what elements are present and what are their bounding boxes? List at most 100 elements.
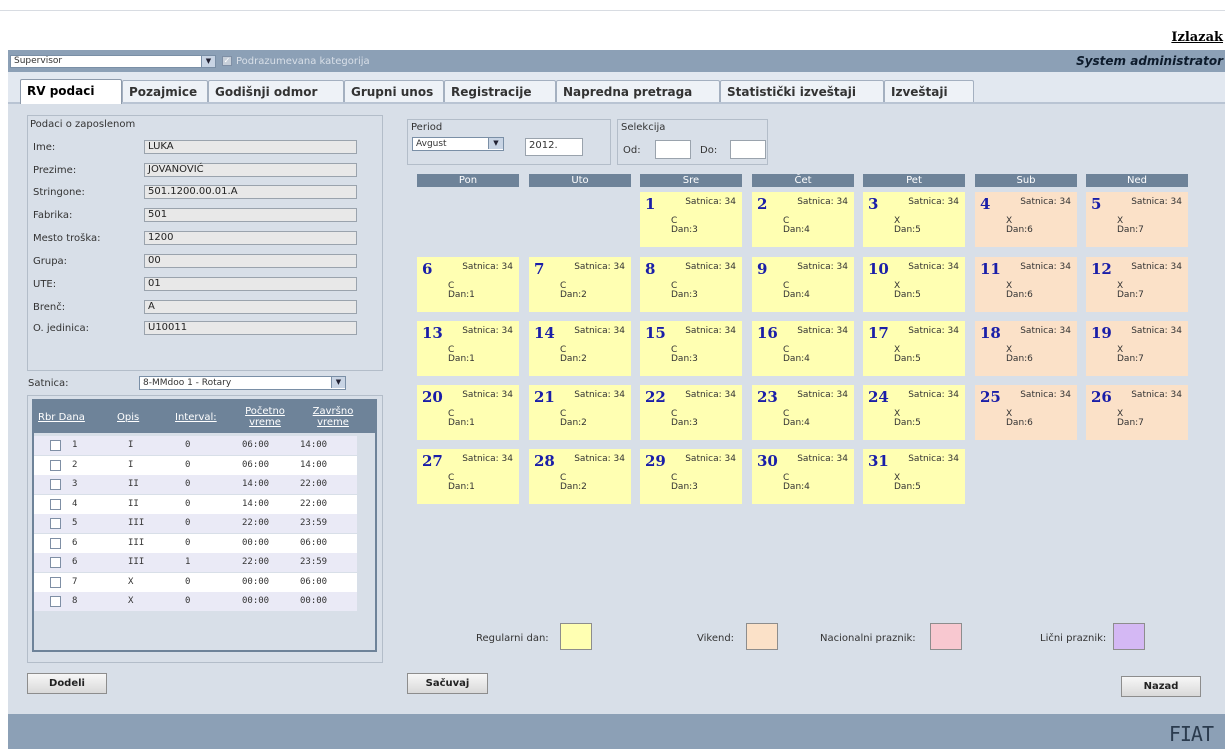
user-role-select[interactable]: Supervisor ▼	[10, 55, 216, 68]
month-select[interactable]: Avgust ▼	[412, 137, 504, 151]
calendar-day[interactable]: 26 Satnica: 34 X Dan:7	[1086, 385, 1188, 440]
calendar-day[interactable]: 3 Satnica: 34 X Dan:5	[863, 192, 965, 247]
row-start-time: 00:00	[242, 576, 270, 587]
calendar-day[interactable]: 7 Satnica: 34 C Dan:2	[529, 257, 631, 312]
calendar-day[interactable]: 29 Satnica: 34 C Dan:3	[640, 449, 742, 504]
day-schedule: Satnica: 34	[797, 390, 848, 400]
calendar-day[interactable]: 11 Satnica: 34 X Dan:6	[975, 257, 1077, 312]
legend-weekend-label: Vikend:	[697, 633, 735, 644]
row-checkbox[interactable]	[50, 459, 61, 471]
row-checkbox[interactable]	[50, 596, 61, 607]
tab-statisticki-izvestaji[interactable]: Statistički izveštaji	[720, 80, 884, 102]
calendar-day[interactable]: 22 Satnica: 34 C Dan:3	[640, 385, 742, 440]
row-checkbox[interactable]	[50, 440, 61, 451]
last-name-label: Prezime:	[33, 165, 77, 176]
calendar-day[interactable]: 23 Satnica: 34 C Dan:4	[752, 385, 854, 440]
calendar-day[interactable]: 27 Satnica: 34 C Dan:1	[417, 449, 519, 504]
day-number: 27	[422, 452, 443, 470]
factory-label: Fabrika:	[33, 210, 73, 221]
tab-grupni-unos[interactable]: Grupni unos	[344, 80, 444, 102]
tab-registracije[interactable]: Registracije	[444, 80, 556, 102]
save-button[interactable]: Sačuvaj	[407, 673, 488, 694]
calendar-day[interactable]: 16 Satnica: 34 C Dan:4	[752, 321, 854, 376]
tab-izvestaji[interactable]: Izveštaji	[884, 80, 974, 102]
row-end-time: 00:00	[300, 596, 328, 606]
row-checkbox[interactable]	[50, 557, 61, 568]
col-header-start[interactable]: Početno vreme	[243, 406, 287, 428]
table-row: 7 X 0 00:00 06:00	[34, 572, 357, 592]
day-schedule: Satnica: 34	[797, 197, 848, 207]
row-day-number: 1	[72, 440, 78, 450]
calendar-day[interactable]: 28 Satnica: 34 C Dan:2	[529, 449, 631, 504]
calendar-day[interactable]: 13 Satnica: 34 C Dan:1	[417, 321, 519, 376]
group-field[interactable]: 00	[144, 254, 357, 268]
col-header-rbr[interactable]: Rbr Dana	[38, 412, 85, 423]
day-index: Dan:5	[894, 482, 921, 492]
calendar-day[interactable]: 17 Satnica: 34 X Dan:5	[863, 321, 965, 376]
calendar-day[interactable]: 6 Satnica: 34 C Dan:1	[417, 257, 519, 312]
schedule-select[interactable]: 8-MMdoo 1 - Rotary ▼	[139, 376, 346, 390]
row-end-time: 22:00	[300, 479, 328, 489]
year-input[interactable]: 2012.	[525, 138, 583, 156]
stringone-field[interactable]: 501.1200.00.01.A	[144, 185, 357, 199]
calendar-day[interactable]: 30 Satnica: 34 C Dan:4	[752, 449, 854, 504]
calendar-day[interactable]: 2 Satnica: 34 C Dan:4	[752, 192, 854, 247]
weekday-fri: Pet	[863, 174, 965, 187]
row-checkbox[interactable]	[50, 498, 61, 510]
row-end-time: 14:00	[300, 459, 328, 470]
row-checkbox[interactable]	[50, 537, 61, 549]
schedule-select-value: 8-MMdoo 1 - Rotary	[143, 378, 232, 388]
calendar-day[interactable]: 18 Satnica: 34 X Dan:6	[975, 321, 1077, 376]
tab-napredna-pretraga[interactable]: Napredna pretraga	[556, 80, 720, 102]
branch-field[interactable]: A	[144, 300, 357, 314]
footer-bar	[8, 714, 1225, 749]
row-end-time: 23:59	[300, 518, 328, 528]
col-header-opis[interactable]: Opis	[117, 412, 139, 423]
calendar-day[interactable]: 12 Satnica: 34 X Dan:7	[1086, 257, 1188, 312]
ute-field[interactable]: 01	[144, 277, 357, 291]
row-interval: 1	[185, 557, 191, 567]
tab-pozajmice[interactable]: Pozajmice	[122, 80, 208, 102]
row-checkbox[interactable]	[50, 518, 61, 529]
day-schedule: Satnica: 34	[462, 454, 513, 464]
legend-national-swatch	[930, 623, 962, 650]
calendar-day[interactable]: 4 Satnica: 34 X Dan:6	[975, 192, 1077, 247]
first-name-field[interactable]: LUKA	[144, 140, 357, 154]
calendar-day[interactable]: 8 Satnica: 34 C Dan:3	[640, 257, 742, 312]
day-index: Dan:6	[1006, 290, 1033, 300]
to-input[interactable]	[730, 140, 766, 159]
day-index: Dan:2	[560, 290, 587, 300]
calendar-day[interactable]: 5 Satnica: 34 X Dan:7	[1086, 192, 1188, 247]
col-header-end-l2: vreme	[317, 417, 349, 428]
row-checkbox[interactable]	[50, 479, 61, 490]
logout-link[interactable]: Izlazak	[1171, 30, 1223, 45]
calendar-day[interactable]: 20 Satnica: 34 C Dan:1	[417, 385, 519, 440]
col-header-interval[interactable]: Interval:	[175, 412, 217, 423]
row-checkbox[interactable]	[50, 576, 61, 588]
calendar-day[interactable]: 10 Satnica: 34 X Dan:5	[863, 257, 965, 312]
calendar-day[interactable]: 15 Satnica: 34 C Dan:3	[640, 321, 742, 376]
col-header-end-l1: Završno	[312, 406, 354, 417]
back-button[interactable]: Nazad	[1121, 676, 1201, 697]
calendar-day[interactable]: 31 Satnica: 34 X Dan:5	[863, 449, 965, 504]
weekday-sun: Ned	[1086, 174, 1188, 187]
day-index: Dan:2	[560, 354, 587, 364]
calendar-day[interactable]: 25 Satnica: 34 X Dan:6	[975, 385, 1077, 440]
calendar-day[interactable]: 19 Satnica: 34 X Dan:7	[1086, 321, 1188, 376]
calendar-day[interactable]: 14 Satnica: 34 C Dan:2	[529, 321, 631, 376]
from-input[interactable]	[655, 140, 691, 159]
calendar-day[interactable]: 21 Satnica: 34 C Dan:2	[529, 385, 631, 440]
default-category-checkbox[interactable]: ✓	[222, 56, 232, 66]
tab-rv-podaci[interactable]: RV podaci	[20, 79, 122, 104]
last-name-field[interactable]: JOVANOVIĆ	[144, 163, 357, 177]
day-number: 10	[868, 260, 889, 278]
col-header-end[interactable]: Završno vreme	[312, 406, 354, 428]
cost-center-field[interactable]: 1200	[144, 231, 357, 245]
calendar-day[interactable]: 1 Satnica: 34 C Dan:3	[640, 192, 742, 247]
factory-field[interactable]: 501	[144, 208, 357, 222]
calendar-day[interactable]: 24 Satnica: 34 X Dan:5	[863, 385, 965, 440]
assign-button[interactable]: Dodeli	[27, 673, 107, 694]
org-unit-field[interactable]: U10011	[144, 321, 357, 335]
tab-godisnji-odmor[interactable]: Godišnji odmor	[208, 80, 344, 102]
calendar-day[interactable]: 9 Satnica: 34 C Dan:4	[752, 257, 854, 312]
